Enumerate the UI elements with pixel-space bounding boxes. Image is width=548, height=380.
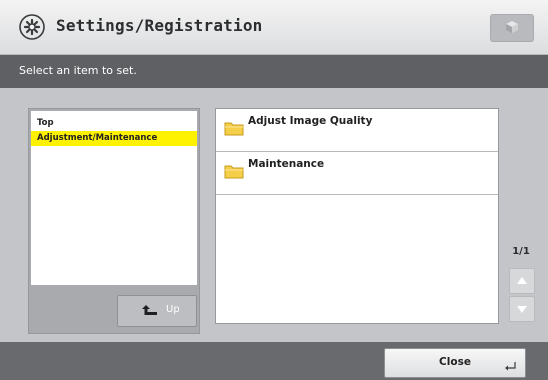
up-button-label: Up bbox=[166, 304, 180, 315]
tree-panel: Top Adjustment/Maintenance Up bbox=[28, 108, 200, 334]
title-bar: Settings/Registration bbox=[0, 0, 548, 55]
folder-icon bbox=[224, 122, 244, 136]
main-content: Top Adjustment/Maintenance Up Adjust Ima… bbox=[0, 88, 548, 342]
page-title: Settings/Registration bbox=[56, 16, 263, 35]
page-up-triangle-icon bbox=[517, 277, 527, 284]
item-list: Adjust Image Quality Maintenance bbox=[215, 108, 499, 324]
folder-icon bbox=[224, 165, 244, 179]
list-item-adjust-image-quality[interactable]: Adjust Image Quality bbox=[216, 109, 498, 152]
page-indicator: 1/1 bbox=[512, 246, 530, 257]
enter-return-icon bbox=[505, 362, 516, 371]
page-down-triangle-icon bbox=[517, 306, 527, 313]
page-down-button[interactable] bbox=[509, 296, 535, 322]
list-item-label: Maintenance bbox=[248, 158, 325, 170]
list-item-label: Adjust Image Quality bbox=[248, 115, 373, 127]
corner-button[interactable] bbox=[490, 14, 534, 42]
message-bar: Select an item to set. bbox=[0, 55, 548, 88]
list-item-maintenance[interactable]: Maintenance bbox=[216, 152, 498, 195]
close-button-label: Close bbox=[439, 356, 471, 368]
footer-bar: Close bbox=[0, 342, 548, 380]
page-up-button[interactable] bbox=[509, 268, 535, 294]
up-button[interactable]: Up bbox=[117, 295, 197, 327]
instruction-text: Select an item to set. bbox=[19, 64, 137, 77]
tree-item-adjustment-maintenance[interactable]: Adjustment/Maintenance bbox=[31, 131, 197, 146]
close-button[interactable]: Close bbox=[384, 348, 526, 378]
cube-icon bbox=[506, 21, 518, 33]
tree-list: Top Adjustment/Maintenance bbox=[31, 111, 197, 285]
settings-gear-icon bbox=[19, 14, 45, 40]
up-arrow-icon bbox=[142, 305, 157, 315]
tree-item-top[interactable]: Top bbox=[31, 116, 197, 131]
